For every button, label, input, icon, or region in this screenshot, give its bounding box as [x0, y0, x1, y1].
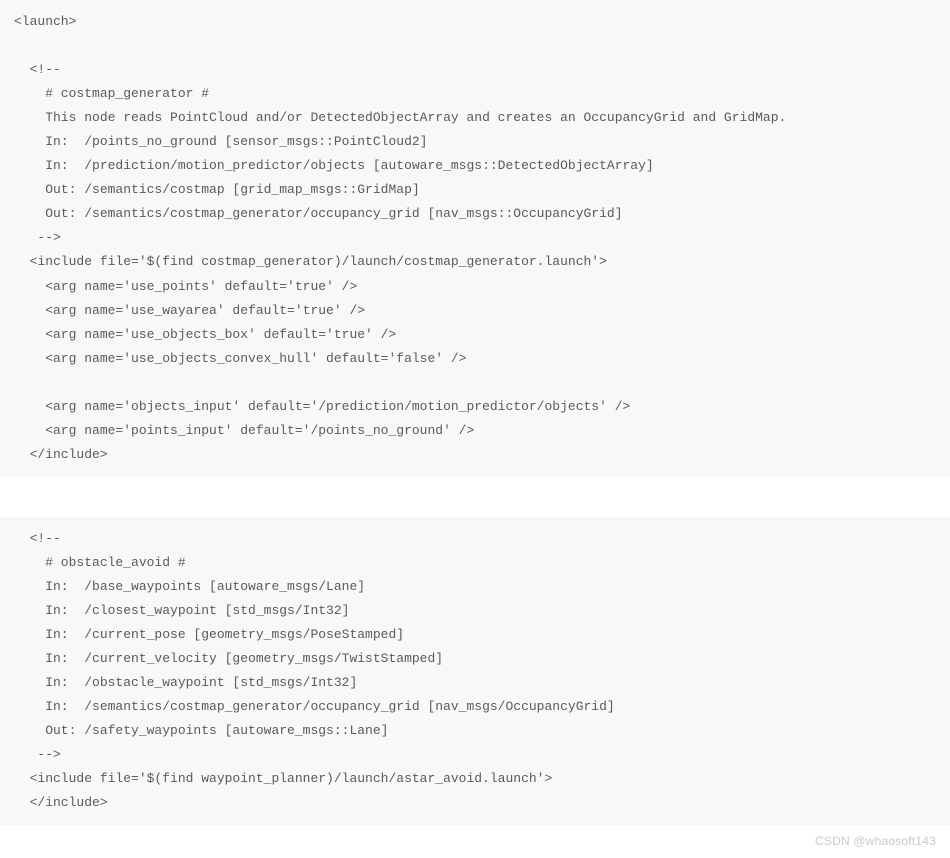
- code-line: In: /current_velocity [geometry_msgs/Twi…: [14, 651, 443, 666]
- code-line: </include>: [14, 795, 108, 810]
- code-line: -->: [14, 230, 61, 245]
- code-line: In: /closest_waypoint [std_msgs/Int32]: [14, 603, 349, 618]
- code-line: In: /obstacle_waypoint [std_msgs/Int32]: [14, 675, 357, 690]
- block-gap: [0, 477, 950, 517]
- code-line: # costmap_generator #: [14, 86, 209, 101]
- code-line: In: /prediction/motion_predictor/objects…: [14, 158, 654, 173]
- code-block-2: <!-- # obstacle_avoid # In: /base_waypoi…: [0, 517, 950, 826]
- code-line: <arg name='points_input' default='/point…: [14, 423, 474, 438]
- code-line: # obstacle_avoid #: [14, 555, 186, 570]
- code-line: <!--: [14, 62, 61, 77]
- code-line: <launch>: [14, 14, 76, 29]
- code-line: Out: /semantics/costmap [grid_map_msgs::…: [14, 182, 420, 197]
- code-line: <include file='$(find waypoint_planner)/…: [14, 771, 552, 786]
- code-line: <arg name='use_objects_convex_hull' defa…: [14, 351, 466, 366]
- code-line: In: /base_waypoints [autoware_msgs/Lane]: [14, 579, 365, 594]
- code-line: Out: /semantics/costmap_generator/occupa…: [14, 206, 623, 221]
- code-line: <arg name='use_points' default='true' />: [14, 279, 357, 294]
- code-line: In: /semantics/costmap_generator/occupan…: [14, 699, 615, 714]
- code-line: Out: /safety_waypoints [autoware_msgs::L…: [14, 723, 388, 738]
- code-line: <arg name='use_objects_box' default='tru…: [14, 327, 396, 342]
- code-block-1: <launch> <!-- # costmap_generator # This…: [0, 0, 950, 477]
- code-line: <arg name='use_wayarea' default='true' /…: [14, 303, 365, 318]
- code-line: In: /current_pose [geometry_msgs/PoseSta…: [14, 627, 404, 642]
- code-line: This node reads PointCloud and/or Detect…: [14, 110, 786, 125]
- code-line: <!--: [14, 531, 61, 546]
- code-line: <arg name='objects_input' default='/pred…: [14, 399, 630, 414]
- watermark: CSDN @whaosoft143: [815, 830, 936, 852]
- code-line: </include>: [14, 447, 108, 462]
- code-line: -->: [14, 747, 61, 762]
- code-line: In: /points_no_ground [sensor_msgs::Poin…: [14, 134, 427, 149]
- code-line: <include file='$(find costmap_generator)…: [14, 254, 607, 269]
